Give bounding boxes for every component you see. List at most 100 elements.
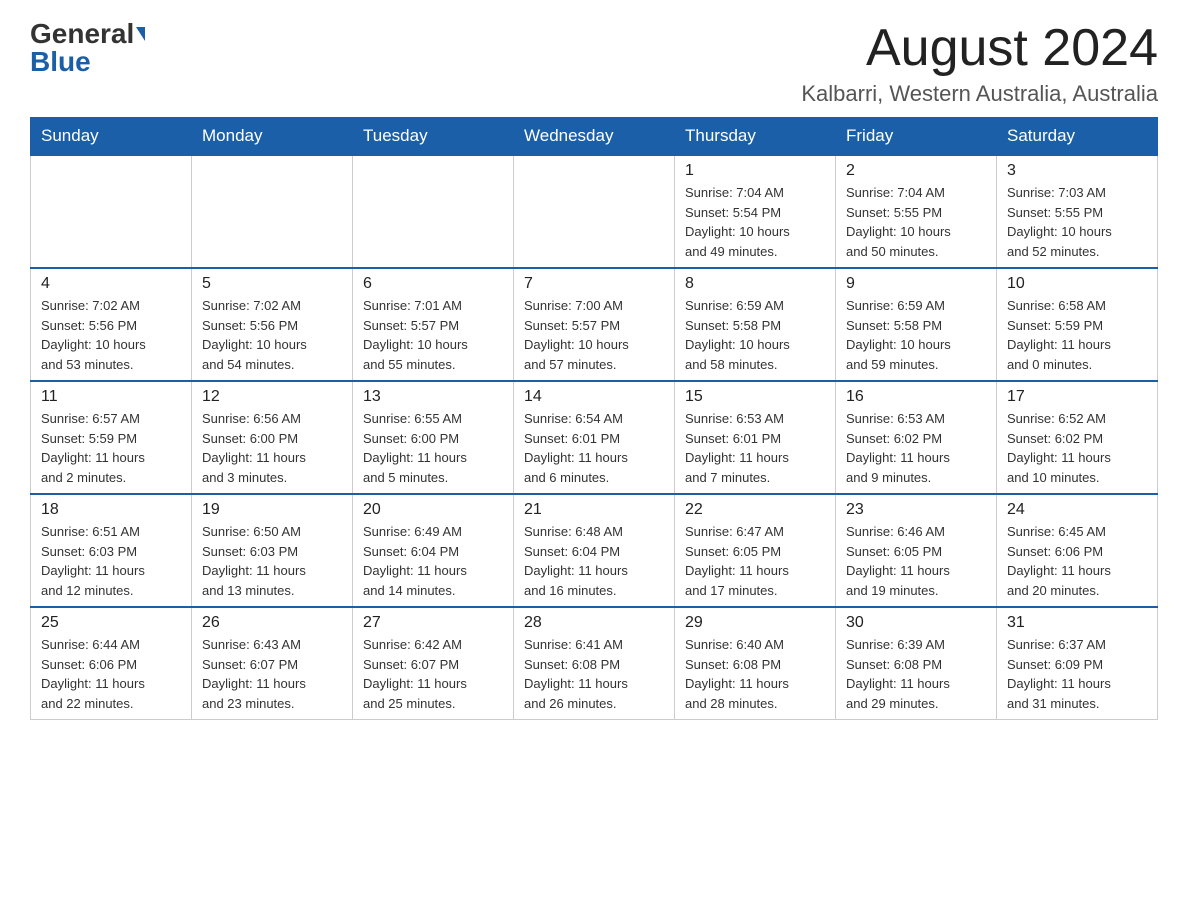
day-info: Sunrise: 7:02 AMSunset: 5:56 PMDaylight:… [202, 296, 342, 374]
day-info: Sunrise: 6:46 AMSunset: 6:05 PMDaylight:… [846, 522, 986, 600]
logo-triangle-icon [136, 27, 145, 41]
calendar-cell: 4 Sunrise: 7:02 AMSunset: 5:56 PMDaylight… [31, 268, 192, 381]
day-number: 30 [846, 614, 986, 632]
day-number: 29 [685, 614, 825, 632]
day-number: 21 [524, 501, 664, 519]
day-number: 17 [1007, 388, 1147, 406]
weekday-header-sunday: Sunday [31, 118, 192, 156]
day-number: 1 [685, 162, 825, 180]
day-info: Sunrise: 6:42 AMSunset: 6:07 PMDaylight:… [363, 635, 503, 713]
calendar-cell: 24 Sunrise: 6:45 AMSunset: 6:06 PMDayligh… [997, 494, 1158, 607]
day-info: Sunrise: 6:59 AMSunset: 5:58 PMDaylight:… [685, 296, 825, 374]
weekday-header-tuesday: Tuesday [353, 118, 514, 156]
day-number: 10 [1007, 275, 1147, 293]
day-number: 18 [41, 501, 181, 519]
calendar-cell: 3 Sunrise: 7:03 AMSunset: 5:55 PMDaylight… [997, 155, 1158, 268]
day-number: 8 [685, 275, 825, 293]
day-info: Sunrise: 6:54 AMSunset: 6:01 PMDaylight:… [524, 409, 664, 487]
month-title: August 2024 [801, 20, 1158, 77]
calendar-cell: 19 Sunrise: 6:50 AMSunset: 6:03 PMDayligh… [192, 494, 353, 607]
day-info: Sunrise: 6:39 AMSunset: 6:08 PMDaylight:… [846, 635, 986, 713]
day-number: 3 [1007, 162, 1147, 180]
calendar-cell [514, 155, 675, 268]
day-info: Sunrise: 7:02 AMSunset: 5:56 PMDaylight:… [41, 296, 181, 374]
day-info: Sunrise: 7:00 AMSunset: 5:57 PMDaylight:… [524, 296, 664, 374]
logo: General Blue [30, 20, 145, 76]
day-number: 23 [846, 501, 986, 519]
day-info: Sunrise: 6:55 AMSunset: 6:00 PMDaylight:… [363, 409, 503, 487]
calendar-cell: 22Sunrise: 6:47 AMSunset: 6:05 PMDayligh… [675, 494, 836, 607]
calendar-cell [353, 155, 514, 268]
day-info: Sunrise: 6:58 AMSunset: 5:59 PMDaylight:… [1007, 296, 1147, 374]
day-info: Sunrise: 6:51 AMSunset: 6:03 PMDaylight:… [41, 522, 181, 600]
calendar-cell: 5 Sunrise: 7:02 AMSunset: 5:56 PMDaylight… [192, 268, 353, 381]
day-info: Sunrise: 7:04 AMSunset: 5:55 PMDaylight:… [846, 183, 986, 261]
logo-general-text: General [30, 20, 134, 48]
day-info: Sunrise: 6:50 AMSunset: 6:03 PMDaylight:… [202, 522, 342, 600]
day-number: 26 [202, 614, 342, 632]
day-info: Sunrise: 7:03 AMSunset: 5:55 PMDaylight:… [1007, 183, 1147, 261]
calendar-week-row: 25 Sunrise: 6:44 AMSunset: 6:06 PMDayligh… [31, 607, 1158, 720]
day-number: 16 [846, 388, 986, 406]
page-header: General Blue August 2024 Kalbarri, Weste… [30, 20, 1158, 107]
day-number: 9 [846, 275, 986, 293]
weekday-header-thursday: Thursday [675, 118, 836, 156]
day-number: 14 [524, 388, 664, 406]
calendar-table: SundayMondayTuesdayWednesdayThursdayFrid… [30, 117, 1158, 720]
calendar-cell: 8 Sunrise: 6:59 AMSunset: 5:58 PMDaylight… [675, 268, 836, 381]
day-info: Sunrise: 6:53 AMSunset: 6:02 PMDaylight:… [846, 409, 986, 487]
day-info: Sunrise: 6:53 AMSunset: 6:01 PMDaylight:… [685, 409, 825, 487]
calendar-cell: 31 Sunrise: 6:37 AMSunset: 6:09 PMDayligh… [997, 607, 1158, 720]
calendar-week-row: 4 Sunrise: 7:02 AMSunset: 5:56 PMDaylight… [31, 268, 1158, 381]
day-info: Sunrise: 6:52 AMSunset: 6:02 PMDaylight:… [1007, 409, 1147, 487]
calendar-cell: 10 Sunrise: 6:58 AMSunset: 5:59 PMDayligh… [997, 268, 1158, 381]
calendar-week-row: 11Sunrise: 6:57 AMSunset: 5:59 PMDayligh… [31, 381, 1158, 494]
weekday-header-wednesday: Wednesday [514, 118, 675, 156]
day-info: Sunrise: 6:59 AMSunset: 5:58 PMDaylight:… [846, 296, 986, 374]
calendar-cell [31, 155, 192, 268]
calendar-cell: 11Sunrise: 6:57 AMSunset: 5:59 PMDayligh… [31, 381, 192, 494]
calendar-cell: 2 Sunrise: 7:04 AMSunset: 5:55 PMDaylight… [836, 155, 997, 268]
day-number: 2 [846, 162, 986, 180]
day-number: 5 [202, 275, 342, 293]
calendar-cell: 9 Sunrise: 6:59 AMSunset: 5:58 PMDaylight… [836, 268, 997, 381]
day-info: Sunrise: 6:44 AMSunset: 6:06 PMDaylight:… [41, 635, 181, 713]
calendar-cell: 27 Sunrise: 6:42 AMSunset: 6:07 PMDayligh… [353, 607, 514, 720]
day-info: Sunrise: 6:49 AMSunset: 6:04 PMDaylight:… [363, 522, 503, 600]
calendar-cell: 25 Sunrise: 6:44 AMSunset: 6:06 PMDayligh… [31, 607, 192, 720]
day-info: Sunrise: 6:37 AMSunset: 6:09 PMDaylight:… [1007, 635, 1147, 713]
weekday-header-row: SundayMondayTuesdayWednesdayThursdayFrid… [31, 118, 1158, 156]
day-info: Sunrise: 6:48 AMSunset: 6:04 PMDaylight:… [524, 522, 664, 600]
day-info: Sunrise: 6:57 AMSunset: 5:59 PMDaylight:… [41, 409, 181, 487]
day-info: Sunrise: 6:45 AMSunset: 6:06 PMDaylight:… [1007, 522, 1147, 600]
day-number: 12 [202, 388, 342, 406]
calendar-cell: 17 Sunrise: 6:52 AMSunset: 6:02 PMDayligh… [997, 381, 1158, 494]
day-number: 28 [524, 614, 664, 632]
calendar-cell: 18 Sunrise: 6:51 AMSunset: 6:03 PMDayligh… [31, 494, 192, 607]
calendar-cell: 15 Sunrise: 6:53 AMSunset: 6:01 PMDayligh… [675, 381, 836, 494]
day-number: 25 [41, 614, 181, 632]
day-info: Sunrise: 6:41 AMSunset: 6:08 PMDaylight:… [524, 635, 664, 713]
calendar-cell [192, 155, 353, 268]
location-text: Kalbarri, Western Australia, Australia [801, 81, 1158, 107]
day-number: 27 [363, 614, 503, 632]
calendar-week-row: 18 Sunrise: 6:51 AMSunset: 6:03 PMDayligh… [31, 494, 1158, 607]
calendar-cell: 30 Sunrise: 6:39 AMSunset: 6:08 PMDayligh… [836, 607, 997, 720]
calendar-cell: 6Sunrise: 7:01 AMSunset: 5:57 PMDaylight… [353, 268, 514, 381]
day-number: 22 [685, 501, 825, 519]
calendar-cell: 21 Sunrise: 6:48 AMSunset: 6:04 PMDayligh… [514, 494, 675, 607]
day-number: 7 [524, 275, 664, 293]
day-number: 4 [41, 275, 181, 293]
day-info: Sunrise: 6:56 AMSunset: 6:00 PMDaylight:… [202, 409, 342, 487]
weekday-header-friday: Friday [836, 118, 997, 156]
day-number: 15 [685, 388, 825, 406]
calendar-cell: 12 Sunrise: 6:56 AMSunset: 6:00 PMDayligh… [192, 381, 353, 494]
day-info: Sunrise: 6:40 AMSunset: 6:08 PMDaylight:… [685, 635, 825, 713]
calendar-cell: 1Sunrise: 7:04 AMSunset: 5:54 PMDaylight… [675, 155, 836, 268]
day-number: 31 [1007, 614, 1147, 632]
day-number: 6 [363, 275, 503, 293]
calendar-cell: 20Sunrise: 6:49 AMSunset: 6:04 PMDayligh… [353, 494, 514, 607]
day-number: 19 [202, 501, 342, 519]
calendar-cell: 29 Sunrise: 6:40 AMSunset: 6:08 PMDayligh… [675, 607, 836, 720]
day-number: 24 [1007, 501, 1147, 519]
